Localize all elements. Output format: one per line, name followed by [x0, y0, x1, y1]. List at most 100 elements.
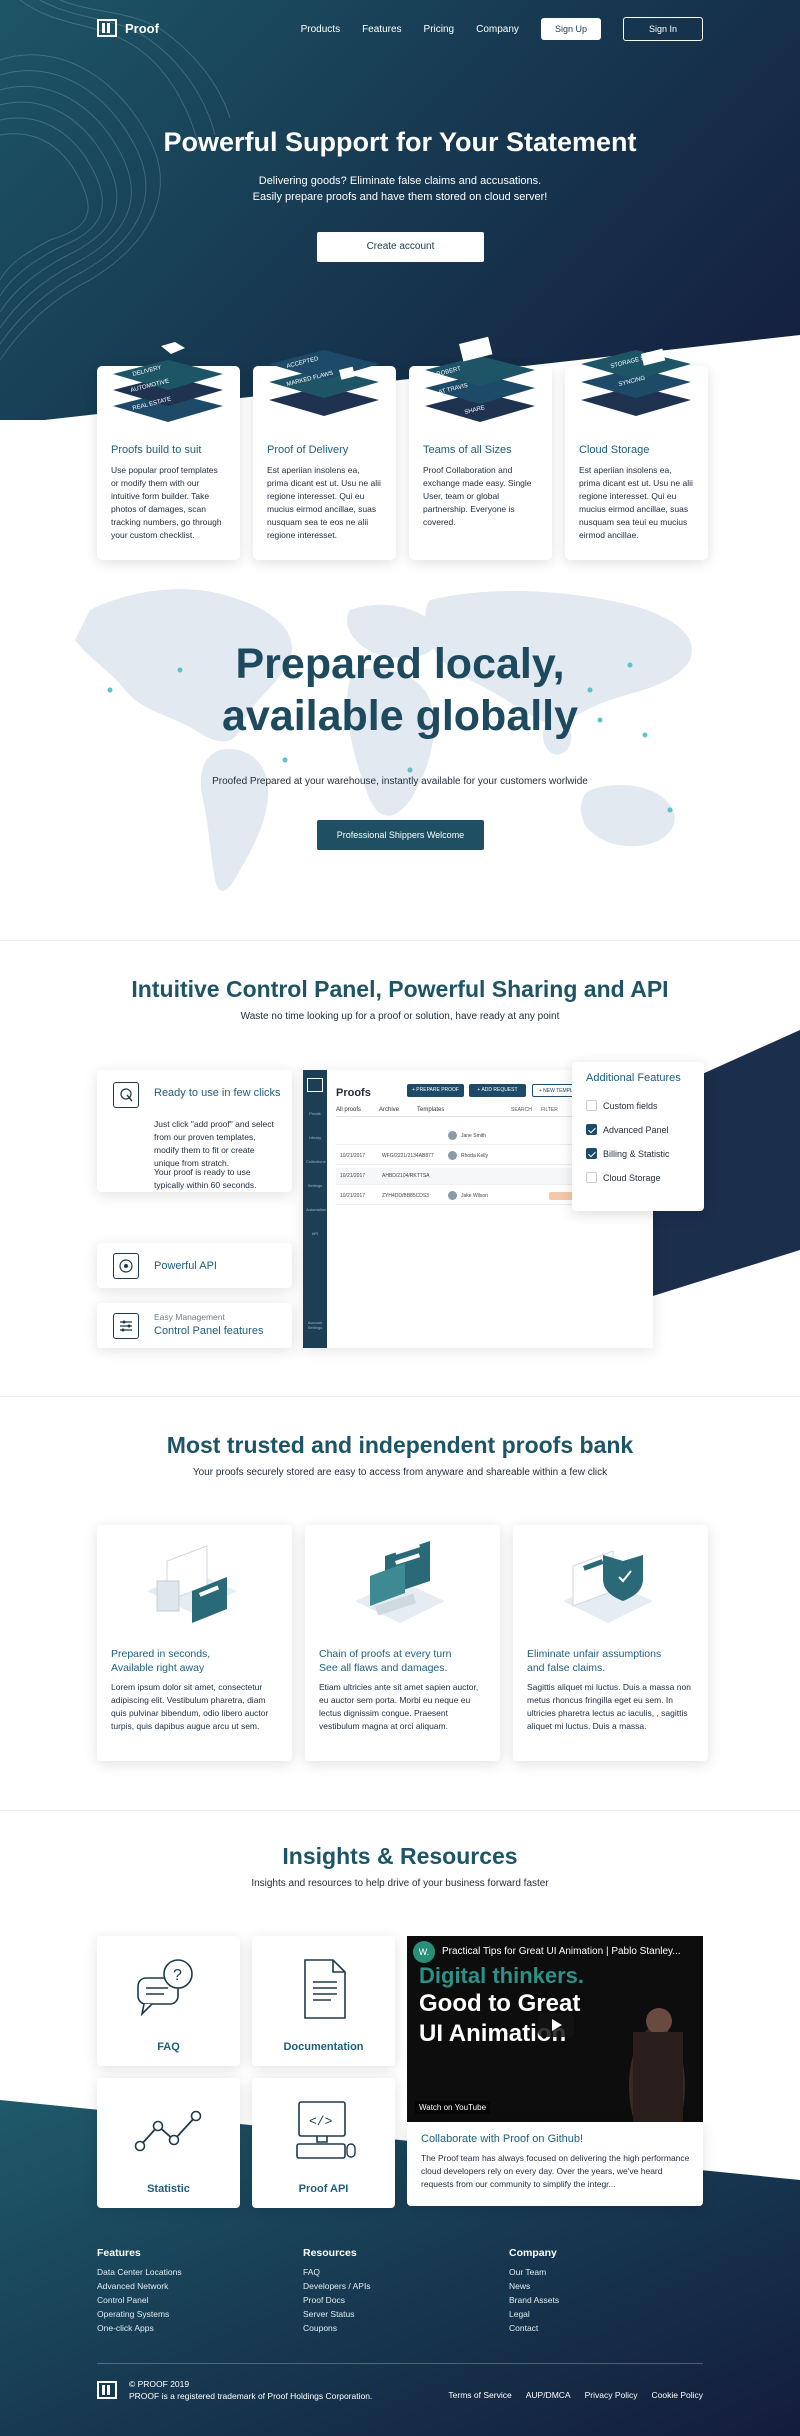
footer-column-title: Company — [509, 2247, 557, 2259]
checkbox-label: Custom fields — [603, 1100, 658, 1111]
card-small-label: Easy Management — [154, 1312, 225, 1322]
checkbox-icon[interactable] — [586, 1172, 597, 1183]
footer-link[interactable]: Control Panel — [97, 2293, 182, 2307]
dashboard-filter[interactable]: FILTER — [541, 1107, 558, 1113]
tab-archive[interactable]: Archive — [379, 1107, 399, 1113]
sidebar-item-proofs[interactable]: Proofs — [306, 1102, 324, 1126]
footer-link[interactable]: Coupons — [303, 2321, 371, 2335]
hero-subtitle-line1: Delivering goods? Eliminate false claims… — [258, 175, 542, 187]
resource-card-documentation[interactable]: Documentation — [252, 1936, 395, 2066]
feature-card: ACCEPTED MARKED FLAWS Proof of Delivery … — [253, 350, 396, 560]
add-request-button[interactable]: + ADD REQUEST — [469, 1084, 526, 1097]
sidebar-item-api[interactable]: API — [306, 1222, 324, 1246]
resource-card-proof-api[interactable]: </> Proof API — [252, 2078, 395, 2208]
section-divider — [0, 1396, 800, 1397]
feature-card: STORAGE SERVER SYNCING Cloud Storage Est… — [565, 348, 708, 560]
resource-card-label: Statistic — [147, 2183, 190, 2195]
trusted-card-title: Chain of proofs at every turn See all fla… — [319, 1648, 452, 1674]
footer-link[interactable]: Data Center Locations — [97, 2265, 182, 2279]
feature-card: DELIVERY AUTOMOTIVE REAL ESTATE Proofs b… — [97, 342, 240, 560]
proof-logo-icon — [307, 1078, 323, 1092]
status-badge — [549, 1192, 573, 1200]
card-title: Control Panel features — [154, 1325, 264, 1337]
feature-card-quick-start[interactable]: Ready to use in few clicks Just click "a… — [97, 1070, 292, 1192]
feature-title: Cloud Storage — [579, 444, 650, 456]
sidebar-account-settings[interactable]: Account Settings — [305, 1320, 325, 1330]
footer-link[interactable]: Legal — [509, 2307, 559, 2321]
trusted-card-title: Eliminate unfair assumptions and false cl… — [527, 1648, 662, 1674]
nav-link-products[interactable]: Products — [301, 24, 340, 35]
proof-logo-icon — [97, 19, 117, 37]
tab-templates[interactable]: Templates — [417, 1107, 444, 1113]
video-title[interactable]: Practical Tips for Great UI Animation | … — [442, 1946, 681, 1957]
card-text: Your proof is ready to use typically wit… — [154, 1167, 257, 1190]
nav-link-company[interactable]: Company — [476, 24, 519, 35]
sidebar-item-collections[interactable]: Collections — [306, 1150, 326, 1174]
sliders-icon — [113, 1313, 139, 1339]
footer-link[interactable]: Server Status — [303, 2307, 371, 2321]
feature-title: Proof of Delivery — [267, 444, 349, 456]
brand-logo[interactable]: Proof — [97, 19, 159, 37]
footer-link[interactable]: Brand Assets — [509, 2293, 559, 2307]
signup-button[interactable]: Sign Up — [540, 18, 601, 40]
resource-card-faq[interactable]: ? FAQ — [97, 1936, 240, 2066]
footer-link-terms[interactable]: Terms of Service — [448, 2390, 511, 2400]
github-title[interactable]: Collaborate with Proof on Github! — [421, 2133, 583, 2145]
feature-cards: DELIVERY AUTOMOTIVE REAL ESTATE Proofs b… — [97, 336, 708, 560]
prepare-proof-button[interactable]: + PREPARE PROOF — [407, 1084, 464, 1097]
chain-screens-illustration — [355, 1541, 445, 1623]
code-monitor-icon: </> — [296, 2101, 356, 2159]
feature-card-api[interactable]: Powerful API — [97, 1243, 292, 1288]
trusted-card-text: Sagittis aliquet mi luctus. Duis a massa… — [527, 1682, 691, 1731]
footer-link-privacy[interactable]: Privacy Policy — [585, 2390, 638, 2400]
trusted-title: Most trusted and independent proofs bank — [166, 1432, 634, 1458]
dashboard-search[interactable]: SEARCH — [511, 1107, 532, 1113]
footer-link[interactable]: Our Team — [509, 2265, 559, 2279]
nav-link-pricing[interactable]: Pricing — [424, 24, 455, 35]
feature-checkbox[interactable]: Advanced Panel — [586, 1124, 669, 1135]
shippers-welcome-button[interactable]: Professional Shippers Welcome — [317, 820, 484, 850]
feature-checkbox[interactable]: Billing & Statistic — [586, 1148, 670, 1159]
sidebar-item-automation[interactable]: Automation — [306, 1198, 326, 1222]
signin-button[interactable]: Sign In — [622, 17, 703, 41]
footer-link-aup[interactable]: AUP/DMCA — [526, 2390, 571, 2400]
resource-card-statistic[interactable]: Statistic — [97, 2078, 240, 2208]
trusted-card-text: Lorem ipsum dolor sit amet, consectetur … — [111, 1682, 269, 1731]
play-icon[interactable] — [538, 2013, 574, 2037]
checkbox-icon[interactable] — [586, 1100, 597, 1111]
channel-avatar: W. — [413, 1941, 435, 1963]
delivery-stack-illustration: DELIVERY AUTOMOTIVE REAL ESTATE — [113, 342, 223, 422]
footer-link[interactable]: News — [509, 2279, 559, 2293]
checkbox-checked-icon[interactable] — [586, 1124, 597, 1135]
feature-card-control-panel[interactable]: Easy Management Control Panel features — [97, 1303, 292, 1348]
additional-features-title: Additional Features — [586, 1072, 681, 1084]
github-card[interactable]: Collaborate with Proof on Github! The Pr… — [407, 2122, 703, 2206]
footer-link[interactable]: Proof Docs — [303, 2293, 371, 2307]
feature-checkbox[interactable]: Cloud Storage — [586, 1172, 661, 1183]
nav-link-features[interactable]: Features — [362, 24, 401, 35]
insights-title: Insights & Resources — [282, 1843, 518, 1869]
footer-copyright: © PROOF 2019 PROOF is a registered trade… — [129, 2379, 373, 2401]
avatar — [448, 1191, 457, 1200]
trusted-cards: Prepared in seconds, Available right away… — [97, 1525, 708, 1761]
footer-link-cookie[interactable]: Cookie Policy — [652, 2390, 704, 2400]
avatar — [448, 1151, 457, 1160]
footer-link[interactable]: Advanced Network — [97, 2279, 182, 2293]
prepared-title: Prepared localy, available globally — [0, 638, 800, 742]
feature-checkbox[interactable]: Custom fields — [586, 1100, 658, 1111]
create-account-button[interactable]: Create account — [317, 232, 484, 262]
checkbox-checked-icon[interactable] — [586, 1148, 597, 1159]
footer-link[interactable]: One-click Apps — [97, 2321, 182, 2335]
sidebar-item-settings[interactable]: Settings — [306, 1174, 324, 1198]
footer-link[interactable]: Developers / APIs — [303, 2279, 371, 2293]
footer-link[interactable]: Contact — [509, 2321, 559, 2335]
video-player[interactable]: W. Practical Tips for Great UI Animation… — [407, 1936, 703, 2122]
footer-link[interactable]: Operating Systems — [97, 2307, 182, 2321]
tab-all-proofs[interactable]: All proofs — [336, 1107, 361, 1113]
sidebar-item-library[interactable]: Library — [306, 1126, 324, 1150]
proof-logo-icon[interactable] — [97, 2381, 117, 2399]
delivery-proof-illustration: ACCEPTED MARKED FLAWS — [269, 350, 379, 416]
footer-link[interactable]: FAQ — [303, 2265, 371, 2279]
feature-title: Teams of all Sizes — [423, 444, 512, 456]
watch-on-youtube-button[interactable]: Watch on YouTube — [415, 2101, 491, 2114]
